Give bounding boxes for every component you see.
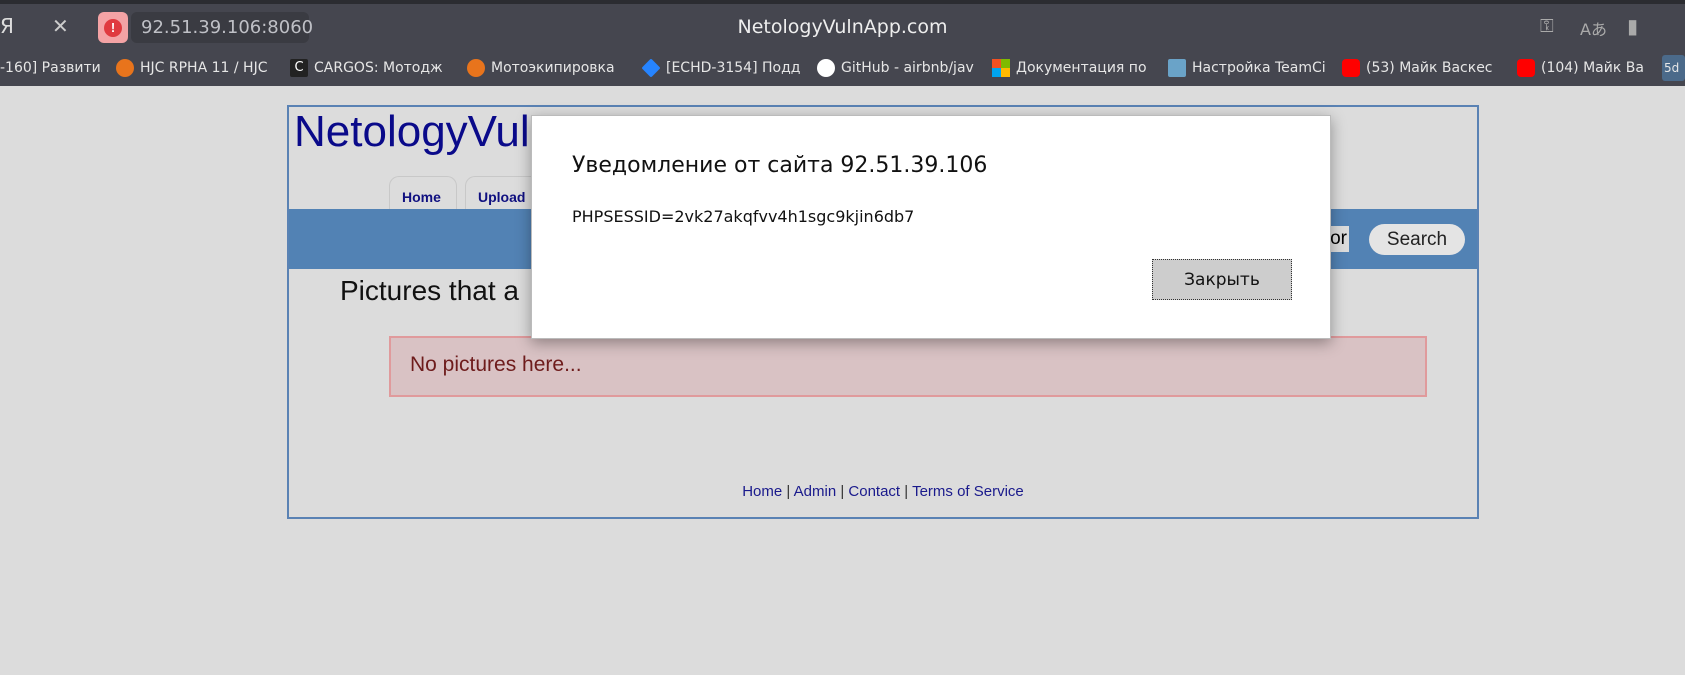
- teamcity-icon: [1168, 59, 1186, 77]
- tab-home[interactable]: Home: [389, 176, 457, 209]
- bookmark-item[interactable]: Мотоэкипировка: [467, 55, 632, 81]
- microsoft-icon: [992, 59, 1010, 77]
- browser-chrome: Я ✕ ! 92.51.39.106:8060 NetologyVulnApp.…: [0, 0, 1685, 86]
- bookmark-item[interactable]: (104) Майк Ва: [1517, 55, 1657, 81]
- dialog-title: Уведомление от сайта 92.51.39.106: [572, 153, 988, 178]
- footer-links: Home | Admin | Contact | Terms of Servic…: [289, 483, 1477, 500]
- youtube-icon: [1517, 59, 1535, 77]
- bookmarks-bar: -160] Развити HJC RPHA 11 / HJC C CARGOS:…: [0, 55, 1685, 81]
- bookmark-label: Документация по: [1016, 60, 1147, 76]
- jira-icon: [642, 58, 661, 78]
- bookmark-item[interactable]: C CARGOS: Мотодж: [290, 55, 450, 81]
- bookmark-item[interactable]: [ECHD-3154] Подд: [642, 55, 807, 81]
- bookmark-item[interactable]: 5d: [1662, 55, 1685, 81]
- page-heading: Pictures that a: [340, 275, 519, 306]
- bookmark-item[interactable]: (53) Майк Васкес: [1342, 55, 1502, 81]
- separator: |: [836, 483, 849, 500]
- moto-icon: [116, 59, 134, 77]
- bookmark-item[interactable]: Настройка TeamCi: [1168, 55, 1328, 81]
- bookmark-icon[interactable]: ▮: [1627, 14, 1638, 38]
- bookmark-label: HJC RPHA 11 / HJC: [140, 60, 268, 76]
- tab-strip: [0, 0, 1685, 4]
- bookmark-label: CARGOS: Мотодж: [314, 60, 443, 76]
- bookmark-label: [ECHD-3154] Подд: [666, 60, 801, 76]
- window-title: NetologyVulnApp.com: [737, 16, 948, 38]
- empty-message: No pictures here...: [389, 336, 1427, 397]
- bookmark-label: (104) Майк Ва: [1541, 60, 1644, 76]
- dialog-message: PHPSESSID=2vk27akqfvv4h1sgc9kjin6db7: [572, 207, 915, 226]
- close-button[interactable]: Закрыть: [1152, 259, 1292, 300]
- separator: |: [900, 483, 913, 500]
- footer-link-home[interactable]: Home: [742, 483, 782, 500]
- github-icon: [817, 59, 835, 77]
- footer-link-admin[interactable]: Admin: [794, 483, 837, 500]
- search-button[interactable]: Search: [1369, 224, 1465, 255]
- key-icon[interactable]: ⚿: [1540, 16, 1554, 37]
- separator: |: [782, 483, 794, 500]
- footer-link-terms[interactable]: Terms of Service: [912, 483, 1024, 500]
- bookmark-label: 5d: [1664, 61, 1680, 75]
- alert-dialog: Уведомление от сайта 92.51.39.106 PHPSES…: [531, 115, 1331, 339]
- moto-icon: [467, 59, 485, 77]
- translate-icon[interactable]: Aあ: [1580, 16, 1607, 40]
- bookmark-label: Настройка TeamCi: [1192, 60, 1326, 76]
- bookmark-label: GitHub - airbnb/jav: [841, 60, 974, 76]
- bookmark-label: (53) Майк Васкес: [1366, 60, 1493, 76]
- bookmark-item[interactable]: GitHub - airbnb/jav: [817, 55, 977, 81]
- c-logo-icon: C: [290, 59, 308, 77]
- bookmark-item[interactable]: HJC RPHA 11 / HJC: [116, 55, 274, 81]
- bookmark-label: -160] Развити: [0, 60, 101, 76]
- bookmark-label: Мотоэкипировка: [491, 60, 615, 76]
- bookmark-item[interactable]: -160] Развити: [0, 55, 105, 81]
- footer-link-contact[interactable]: Contact: [848, 483, 900, 500]
- youtube-icon: [1342, 59, 1360, 77]
- bookmark-item[interactable]: Документация по: [992, 55, 1149, 81]
